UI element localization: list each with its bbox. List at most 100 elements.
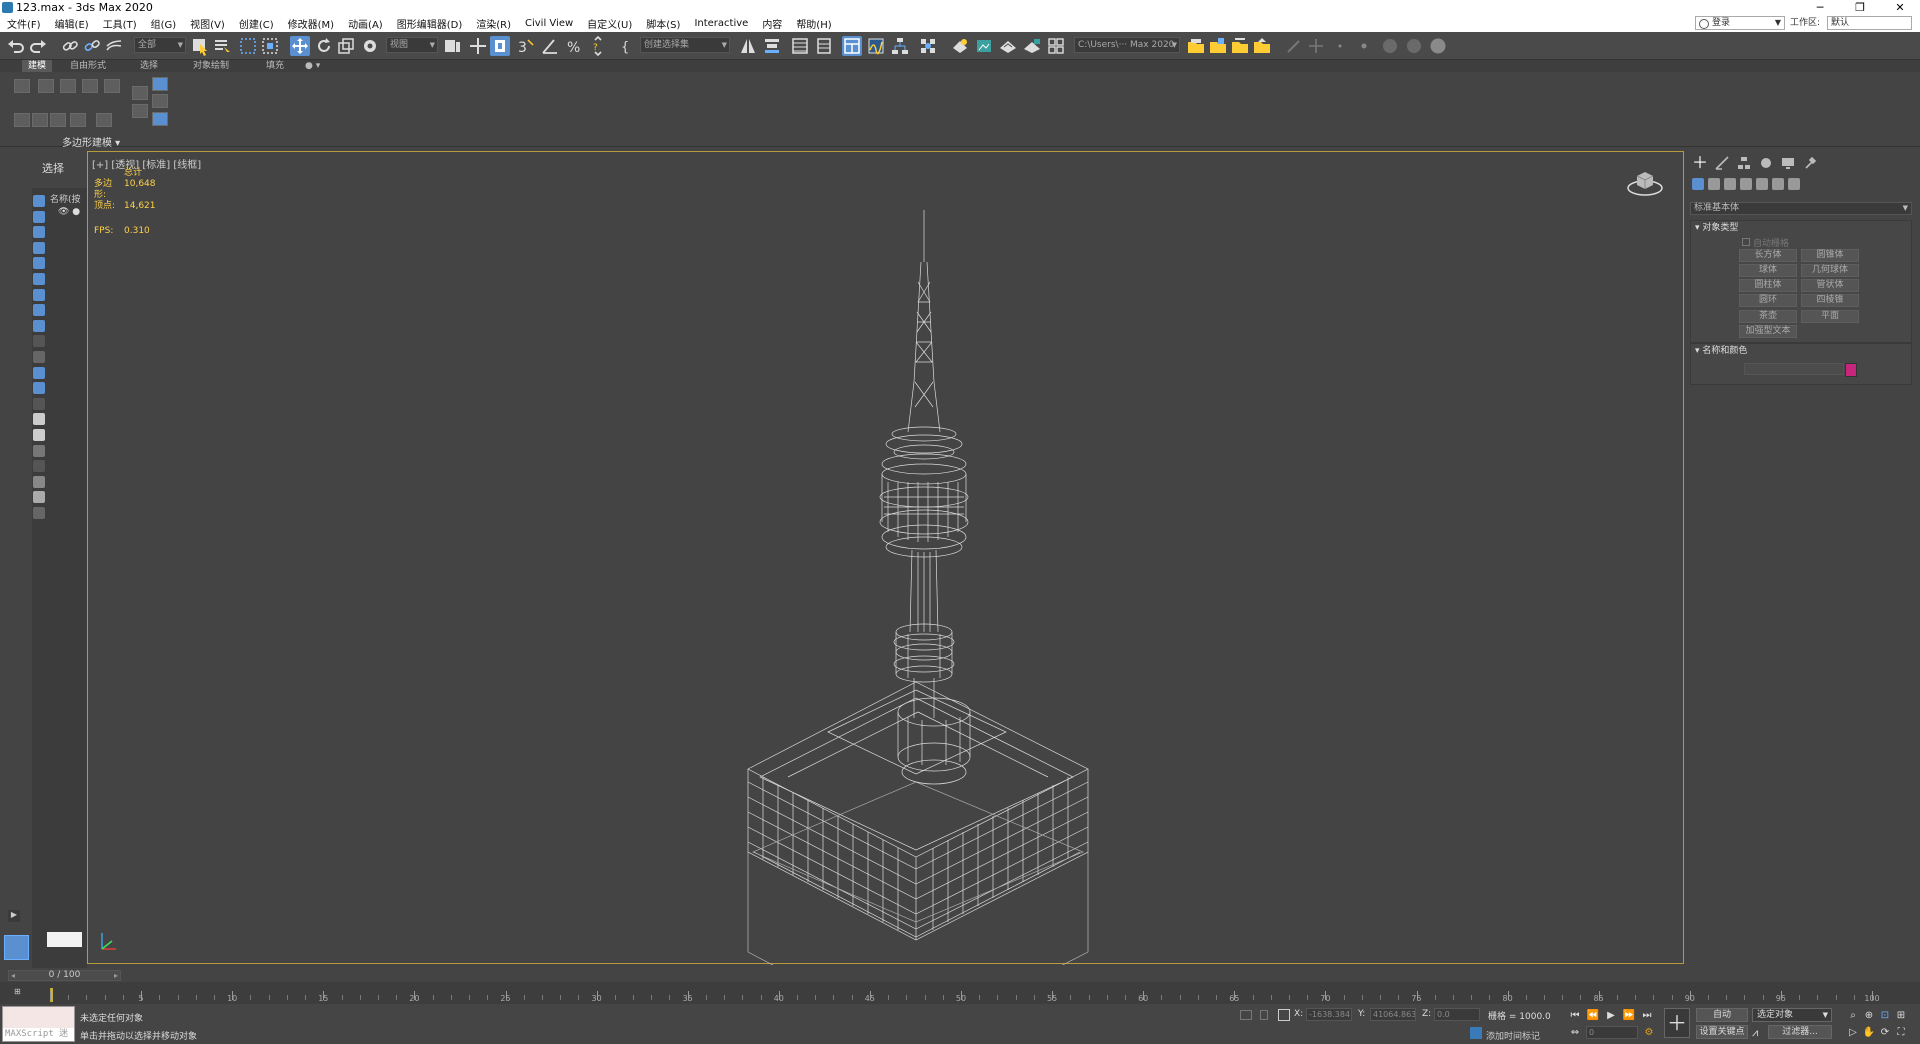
filter-helpers-icon[interactable] — [33, 257, 45, 270]
curve-editor-icon[interactable] — [866, 36, 886, 56]
ribbon-tool-icon[interactable] — [50, 113, 66, 127]
torus-button[interactable]: 圆环 — [1739, 294, 1797, 307]
cylinder-button[interactable]: 圆柱体 — [1739, 279, 1797, 292]
ribbon-tool-icon[interactable] — [104, 79, 120, 93]
bind-spacewarp-icon[interactable] — [104, 36, 124, 56]
toggle-ribbon-icon[interactable] — [842, 36, 862, 56]
go-to-end-icon[interactable]: ⏭ — [1640, 1009, 1654, 1022]
cameras-category-icon[interactable] — [1740, 178, 1752, 190]
shapes-category-icon[interactable] — [1708, 178, 1720, 190]
display-tab-icon[interactable] — [1780, 155, 1796, 171]
ribbon-tool-icon[interactable] — [38, 79, 54, 93]
eye-icon[interactable]: 👁︎ ● — [58, 207, 80, 217]
filter-tool-icon[interactable] — [33, 506, 45, 519]
z-coord-field[interactable]: 0.0 — [1434, 1008, 1480, 1021]
chevron-right-icon[interactable]: ▸ — [114, 971, 118, 980]
named-selection-dropdown[interactable]: 创建选择集 ▼ — [640, 37, 730, 53]
add-time-tag-label[interactable]: 添加时间标记 — [1486, 1029, 1540, 1042]
sphere-gray-icon[interactable] — [1380, 36, 1400, 56]
perspective-viewport[interactable]: [+] [透视] [标准] [线框] 总计 多边形: 10,648 顶点: 14,6… — [87, 151, 1684, 965]
lock-selection-icon[interactable] — [1260, 1010, 1268, 1020]
key-filters-button[interactable]: 过滤器... — [1768, 1025, 1832, 1039]
filter-bones-icon[interactable] — [33, 319, 45, 332]
open-folder-icon[interactable] — [1208, 36, 1228, 56]
motion-tab-icon[interactable] — [1758, 155, 1774, 171]
ribbon-tool-icon[interactable] — [32, 113, 48, 127]
add-tool-icon[interactable] — [1306, 36, 1326, 56]
restore-button[interactable]: ❐ — [1840, 0, 1880, 15]
unlink-icon[interactable] — [82, 36, 102, 56]
ribbon-tool-icon[interactable] — [96, 113, 112, 127]
utilities-tab-icon[interactable] — [1802, 155, 1818, 171]
toggle-layer-explorer-icon[interactable] — [814, 36, 834, 56]
tube-button[interactable]: 管状体 — [1801, 279, 1859, 292]
rect-selection-icon[interactable] — [238, 36, 258, 56]
isolate-selection-icon[interactable] — [1240, 1010, 1252, 1020]
primitive-category-dropdown[interactable]: 标准基本体 ▼ — [1690, 202, 1912, 215]
minimize-button[interactable]: ─ — [1800, 0, 1840, 15]
menu-edit[interactable]: 编辑(E) — [48, 16, 96, 31]
key-mode-icon[interactable]: ⇔ — [1568, 1026, 1582, 1039]
sphere-gray-icon-2[interactable] — [1404, 36, 1424, 56]
go-to-start-icon[interactable]: ⏮ — [1568, 1009, 1582, 1022]
zoom-icon[interactable]: ⌕ — [1846, 1009, 1860, 1022]
ribbon-tool-icon[interactable] — [14, 79, 30, 93]
filter-xrefs-icon[interactable] — [33, 304, 45, 317]
filter-tool-icon[interactable] — [33, 382, 45, 395]
tab-modeling[interactable]: 建模 — [22, 60, 53, 72]
ribbon-tool-icon[interactable] — [132, 86, 148, 100]
open-explorer-icon[interactable] — [1186, 36, 1206, 56]
percent-snap-icon[interactable]: % — [564, 36, 584, 56]
filter-geometry-icon[interactable] — [33, 195, 45, 207]
toggle-scene-explorer-icon[interactable] — [790, 36, 810, 56]
tab-selection[interactable]: 选择 — [140, 60, 158, 72]
systems-category-icon[interactable] — [1788, 178, 1800, 190]
mirror-icon[interactable] — [738, 36, 758, 56]
set-project-folder-icon[interactable] — [1230, 36, 1250, 56]
menu-graph-editors[interactable]: 图形编辑器(D) — [390, 16, 470, 31]
y-coord-field[interactable]: 41064.863 — [1370, 1008, 1416, 1021]
previous-frame-icon[interactable]: ⏪ — [1586, 1009, 1600, 1022]
set-key-button[interactable]: 设置关键点 — [1696, 1025, 1748, 1039]
spacewarps-category-icon[interactable] — [1772, 178, 1784, 190]
render-production-icon[interactable] — [998, 36, 1018, 56]
selection-filter-dropdown[interactable]: 全部 ▼ — [134, 37, 186, 53]
menu-content[interactable]: 内容 — [755, 16, 789, 31]
hierarchy-tab-icon[interactable] — [1736, 155, 1752, 171]
x-coord-field[interactable]: -1638.384 — [1306, 1008, 1352, 1021]
ribbon-tool-icon[interactable] — [132, 104, 148, 118]
align-icon[interactable] — [762, 36, 782, 56]
object-type-header[interactable]: ▾ 对象类型 — [1691, 221, 1911, 235]
material-editor-icon[interactable] — [918, 36, 938, 56]
ribbon-panel-label[interactable]: 多边形建模 ▾ — [62, 134, 120, 149]
current-frame-field[interactable]: 0 — [1586, 1026, 1638, 1039]
select-by-name-icon[interactable] — [212, 36, 232, 56]
ribbon-tool-icon[interactable] — [82, 79, 98, 93]
filter-tool-icon[interactable] — [33, 350, 45, 363]
select-object-icon[interactable] — [190, 36, 210, 56]
tab-freeform[interactable]: 自由形式 — [70, 60, 106, 72]
timeline-ruler[interactable]: 5 10 15 20 25 30 35 40 45 50 55 60 65 70 75 80 85 90 95 100 — [50, 984, 1880, 1004]
project-folder-dropdown[interactable]: C:\Users\··· Max 2020 ▼ — [1074, 37, 1180, 53]
login-dropdown[interactable]: 登录 ▼ — [1695, 16, 1785, 30]
filter-tool-icon[interactable] — [33, 460, 45, 473]
box-button[interactable]: 长方体 — [1739, 249, 1797, 262]
ribbon-tool-icon[interactable] — [60, 79, 76, 93]
modify-tab-icon[interactable] — [1714, 155, 1730, 171]
menu-rendering[interactable]: 渲染(R) — [469, 16, 518, 31]
window-crossing-icon[interactable] — [260, 36, 280, 56]
absolute-mode-icon[interactable] — [1278, 1009, 1290, 1021]
menu-group[interactable]: 组(G) — [144, 16, 184, 31]
name-color-header[interactable]: ▾ 名称和颜色 — [1691, 344, 1911, 358]
keyboard-shortcut-override-icon[interactable] — [490, 36, 510, 56]
helpers-category-icon[interactable] — [1756, 178, 1768, 190]
filter-spacewarps-icon[interactable] — [33, 272, 45, 285]
snaps-toggle-icon[interactable]: 3 — [516, 36, 536, 56]
sphere-button[interactable]: 球体 — [1739, 264, 1797, 277]
menu-animation[interactable]: 动画(A) — [341, 16, 390, 31]
zoom-all-icon[interactable]: ⊕ — [1862, 1009, 1876, 1022]
link-icon[interactable] — [60, 36, 80, 56]
undo-icon[interactable] — [6, 36, 26, 56]
project-structure-icon[interactable] — [1252, 36, 1272, 56]
redo-icon[interactable] — [28, 36, 48, 56]
